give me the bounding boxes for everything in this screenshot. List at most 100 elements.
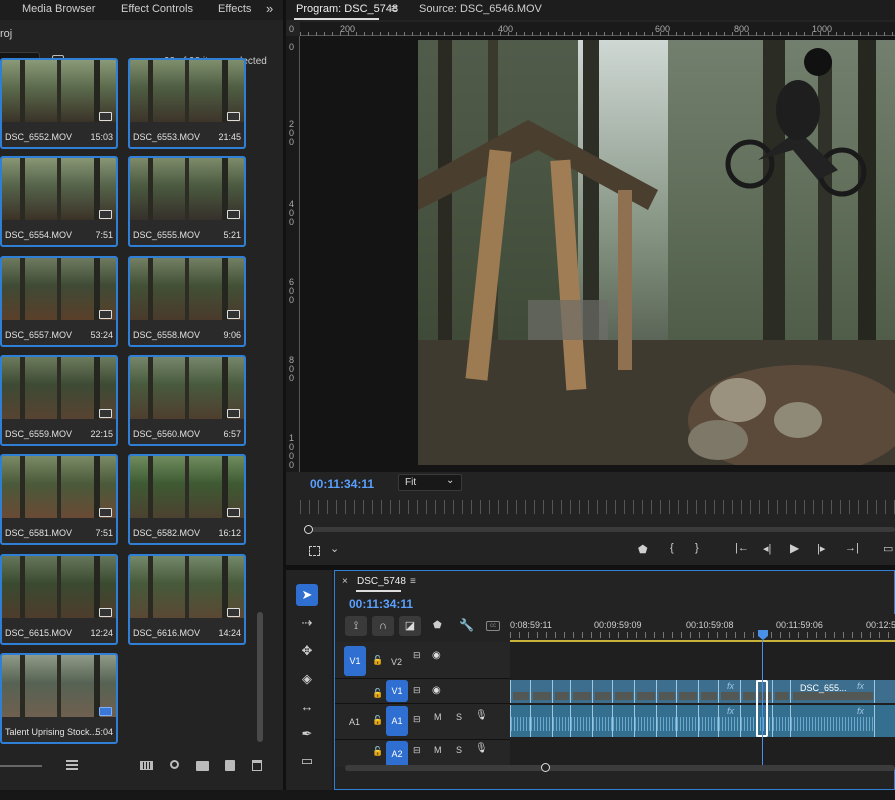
clip-thumbnail[interactable]: DSC_6554.MOV 7:51 xyxy=(0,156,118,247)
clip-thumbnail[interactable]: DSC_6582.MOV 16:12 xyxy=(128,454,246,545)
panel-menu-icon[interactable]: ≡ xyxy=(391,3,397,15)
eye-icon[interactable]: ◉ xyxy=(432,650,441,661)
track-select-tool-icon[interactable]: ⇢ xyxy=(296,612,318,634)
video-clip[interactable] xyxy=(612,680,634,703)
lock-icon[interactable]: 🔓 xyxy=(372,655,383,666)
clip-thumbnail[interactable]: Talent Uprising Stock... 5:04 xyxy=(0,653,118,744)
clip-thumbnail[interactable]: DSC_6558.MOV 9:06 xyxy=(128,256,246,347)
clip-thumbnail[interactable]: DSC_6557.MOV 53:24 xyxy=(0,256,118,347)
lock-icon[interactable]: 🔓 xyxy=(372,746,383,757)
clip-thumbnail[interactable]: DSC_6552.MOV 15:03 xyxy=(0,58,118,149)
program-timecode[interactable]: 00:11:34:11 xyxy=(310,477,374,491)
mark-in-icon[interactable]: { xyxy=(670,542,674,554)
audio-clip[interactable] xyxy=(772,705,790,737)
clip-thumbnail[interactable]: DSC_6553.MOV 21:45 xyxy=(128,58,246,149)
timeline-menu-icon[interactable]: ≡ xyxy=(410,576,416,587)
video-clip[interactable] xyxy=(698,680,718,703)
clip-thumbnail[interactable]: DSC_6559.MOV 22:15 xyxy=(0,355,118,446)
microphone-icon[interactable]: 🎙 xyxy=(475,710,488,721)
audio-clip[interactable] xyxy=(698,705,718,737)
mute-button[interactable]: M xyxy=(434,712,442,722)
new-item-icon[interactable] xyxy=(225,760,235,771)
pen-tool-icon[interactable]: ✒ xyxy=(296,723,318,745)
slip-tool-icon[interactable]: ↔ xyxy=(296,696,318,718)
mute-button[interactable]: M xyxy=(434,745,442,755)
sequence-tab[interactable]: DSC_5748 xyxy=(357,576,406,587)
tab-source[interactable]: Source: DSC_6546.MOV xyxy=(419,3,542,15)
eye-icon[interactable]: ◉ xyxy=(432,685,441,696)
lock-icon[interactable]: 🔓 xyxy=(372,715,383,726)
new-bin-icon[interactable] xyxy=(196,761,209,771)
clip-thumbnail[interactable]: DSC_6555.MOV 5:21 xyxy=(128,156,246,247)
video-clip[interactable] xyxy=(676,680,698,703)
monitor-scrub-bar[interactable] xyxy=(306,527,895,532)
source-patch-v1[interactable]: V1 xyxy=(344,646,366,676)
track-target-a2[interactable]: A2 xyxy=(386,741,408,767)
video-clip[interactable] xyxy=(656,680,676,703)
go-to-out-icon[interactable]: →| xyxy=(845,542,859,554)
rectangle-tool-icon[interactable]: ▭ xyxy=(296,750,318,772)
video-clip[interactable] xyxy=(772,680,790,703)
audio-clip[interactable] xyxy=(656,705,676,737)
add-marker-icon[interactable]: ⬟ xyxy=(638,543,648,556)
play-icon[interactable]: ▶ xyxy=(790,541,799,555)
clip-thumbnail[interactable]: DSC_6616.MOV 14:24 xyxy=(128,554,246,645)
video-clip[interactable] xyxy=(552,680,570,703)
settings-chevron-icon[interactable]: ⌄ xyxy=(330,542,339,555)
playhead-line[interactable] xyxy=(762,640,763,767)
sync-lock-icon[interactable]: ⊟ xyxy=(413,745,421,756)
sync-lock-icon[interactable]: ⊟ xyxy=(413,650,421,661)
clip-thumbnail[interactable]: DSC_6581.MOV 7:51 xyxy=(0,454,118,545)
go-to-in-icon[interactable]: |← xyxy=(735,542,749,554)
track-target-a1[interactable]: A1 xyxy=(386,706,408,736)
monitor-scrub-handle[interactable] xyxy=(304,525,313,534)
timeline-scrollbar[interactable] xyxy=(345,765,895,771)
close-icon[interactable]: × xyxy=(342,576,348,587)
audio-clip[interactable] xyxy=(676,705,698,737)
video-clip[interactable] xyxy=(510,680,530,703)
selection-zoom-icon[interactable] xyxy=(309,546,320,556)
selection-tool-icon[interactable]: ➤ xyxy=(296,584,318,606)
audio-clip[interactable] xyxy=(740,705,756,737)
track-target-v1[interactable]: V1 xyxy=(386,680,408,702)
tab-effects[interactable]: Effects xyxy=(218,3,251,15)
audio-clip[interactable] xyxy=(510,705,530,737)
ripple-edit-tool-icon[interactable]: ✥ xyxy=(296,640,318,662)
find-icon[interactable] xyxy=(170,760,179,769)
microphone-icon[interactable]: 🎙 xyxy=(475,743,488,754)
overflow-icon[interactable]: » xyxy=(266,1,273,16)
tab-media-browser[interactable]: Media Browser xyxy=(22,3,95,15)
video-clip[interactable] xyxy=(740,680,756,703)
sync-lock-icon[interactable]: ⊟ xyxy=(413,685,421,696)
video-clip[interactable] xyxy=(592,680,612,703)
lock-icon[interactable]: 🔓 xyxy=(372,688,383,699)
tab-effect-controls[interactable]: Effect Controls xyxy=(121,3,193,15)
video-clip[interactable] xyxy=(530,680,552,703)
audio-clip[interactable] xyxy=(874,705,895,737)
video-clip[interactable] xyxy=(634,680,656,703)
audio-clip[interactable] xyxy=(634,705,656,737)
zoom-slider[interactable] xyxy=(0,765,42,767)
snap-icon[interactable]: ∩ xyxy=(372,616,394,636)
trash-icon[interactable] xyxy=(252,760,262,771)
video-clip[interactable] xyxy=(570,680,592,703)
audio-clip[interactable] xyxy=(612,705,634,737)
mark-out-icon[interactable]: } xyxy=(695,542,699,554)
lift-icon[interactable]: ▭ xyxy=(883,542,893,555)
tab-program[interactable]: Program: DSC_5748 xyxy=(296,3,398,15)
video-clip[interactable] xyxy=(874,680,895,703)
step-forward-icon[interactable]: |▸ xyxy=(817,542,825,555)
solo-button[interactable]: S xyxy=(456,712,462,722)
timeline-timecode[interactable]: 00:11:34:11 xyxy=(349,597,413,611)
project-scrollbar[interactable] xyxy=(257,612,263,742)
source-patch-a1[interactable]: A1 xyxy=(349,717,360,727)
audio-clip[interactable] xyxy=(592,705,612,737)
solo-button[interactable]: S xyxy=(456,745,462,755)
razor-tool-icon[interactable]: ◈ xyxy=(296,668,318,690)
clip-thumbnail[interactable]: DSC_6560.MOV 6:57 xyxy=(128,355,246,446)
step-back-icon[interactable]: ◂| xyxy=(763,542,771,555)
sort-icon[interactable] xyxy=(66,760,78,770)
captions-icon[interactable]: cc xyxy=(486,621,500,631)
timeline-scroll-handle[interactable] xyxy=(541,763,550,772)
audio-clip[interactable] xyxy=(570,705,592,737)
